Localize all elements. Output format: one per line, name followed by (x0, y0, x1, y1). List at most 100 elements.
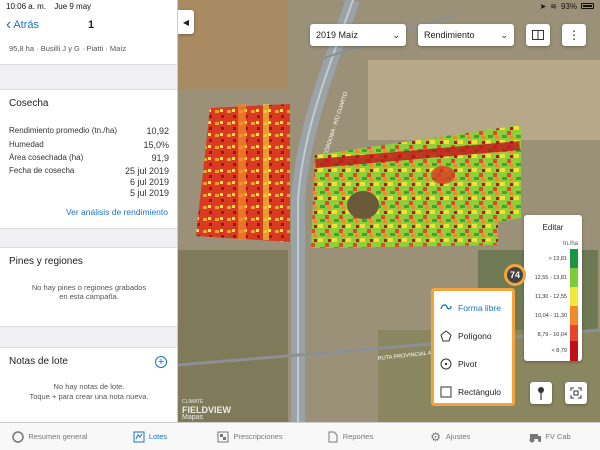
harvest-row-label: Fecha de cosecha (9, 166, 75, 175)
legend-swatch (570, 287, 578, 307)
section-divider (0, 64, 177, 90)
rectangle-icon (440, 386, 452, 398)
tab-fields[interactable]: Lotes (100, 423, 200, 450)
rectangle-label: Rectángulo (458, 387, 502, 397)
pivot-option[interactable]: Pivot (440, 353, 514, 375)
fields-icon (133, 431, 145, 443)
location-icon: ➤ (539, 1, 547, 11)
tab-prescriptions[interactable]: Prescripciones (200, 423, 300, 450)
section-divider (0, 326, 177, 348)
legend-unit: tn./ha (562, 241, 578, 247)
tab-label: FV Cab (545, 432, 571, 441)
more-options-button[interactable]: ⋮ (562, 24, 586, 46)
reports-icon (327, 431, 339, 443)
freeform-option[interactable]: Forma libre (440, 297, 514, 319)
fullscreen-icon (570, 387, 582, 399)
field-info: 95,8 ha · Busilli J y G · Piatti · Maíz (9, 44, 127, 53)
pins-title: Pines y regiones (9, 256, 83, 267)
season-select[interactable]: 2019 Maíz ⌄ (310, 24, 406, 46)
notes-empty-line2: Toque + para crear una nota nueva. (29, 392, 149, 401)
field-detail-panel: ‹ Atrás 1 95,8 ha · Busilli J y G · Piat… (0, 0, 178, 422)
chevron-left-icon: ‹ (6, 16, 12, 33)
legend-edit-button[interactable]: Editar (524, 223, 582, 232)
fullscreen-button[interactable] (565, 382, 587, 404)
collapse-panel-button[interactable]: ◀ (178, 10, 194, 34)
draw-tools-badge[interactable]: 74 (504, 264, 526, 286)
add-pin-button[interactable] (530, 382, 552, 404)
tab-label: Ajustes (445, 432, 471, 441)
tab-label: Prescripciones (233, 432, 283, 441)
add-note-button[interactable]: + (155, 356, 167, 368)
polygon-icon (440, 330, 452, 342)
legend-label: 11,30 - 12,55 (534, 294, 567, 300)
freeform-label: Forma libre (458, 303, 501, 313)
fieldview-logo: CLIMATE FIELDVIEW Mapas (182, 398, 231, 422)
harvest-title: Cosecha (9, 98, 49, 109)
rectangle-option[interactable]: Rectángulo (440, 381, 514, 403)
harvest-row: Fecha de cosecha 25 jul 2019 (9, 166, 169, 176)
notes-empty-line1: No hay notas de lote. (53, 382, 125, 391)
chevron-down-icon: ⌄ (392, 29, 400, 40)
legend-label: < 8,79 (551, 348, 567, 354)
layer-select-value: Rendimiento (424, 30, 475, 40)
yield-analysis-link[interactable]: Ver análisis de rendimiento (0, 207, 177, 217)
more-vertical-icon: ⋮ (568, 28, 580, 42)
pivot-label: Pivot (458, 359, 477, 369)
legend-swatch (570, 306, 578, 326)
harvest-row-value: 91,9 (151, 153, 169, 163)
legend-row: 10,04 - 11,30 (528, 306, 580, 326)
season-select-value: 2019 Maíz (316, 30, 359, 40)
legend-row: 11,30 - 12,55 (528, 287, 580, 307)
nav-bar: ‹ Atrás 1 (0, 12, 177, 38)
status-time: 10:06 a. m. (6, 1, 47, 11)
tab-fv-cab[interactable]: FV Cab (500, 423, 600, 450)
harvest-row-label: Humedad (9, 140, 44, 149)
draw-tools-menu: Forma libre Polígono Pivot Rectángulo (431, 288, 515, 406)
harvest-row-label: Rendimiento promedio (tn./ha) (9, 126, 118, 135)
pin-icon (538, 387, 544, 400)
legend-swatch (570, 268, 578, 288)
tab-settings[interactable]: ⚙ Ajustes (400, 423, 500, 450)
layer-select[interactable]: Rendimiento ⌄ (418, 24, 514, 46)
page-title: 1 (88, 19, 95, 31)
legend-label: 10,04 - 11,30 (534, 313, 567, 319)
harvest-date: 6 jul 2019 (129, 177, 169, 187)
tab-summary[interactable]: Resumen general (0, 423, 100, 450)
tab-bar: Resumen general Lotes Prescripciones Rep… (0, 422, 600, 450)
harvest-row-label: Área cosechada (ha) (9, 153, 84, 162)
freeform-icon (440, 302, 452, 314)
status-bar: 10:06 a. m. Jue 9 may ➤ ≋ 93% (0, 0, 600, 12)
status-date: Jue 9 may (54, 1, 92, 11)
wifi-icon: ≋ (550, 1, 557, 11)
triangle-left-icon: ◀ (182, 17, 190, 27)
harvest-date: 5 jul 2019 (129, 188, 169, 198)
tractor-icon (529, 431, 542, 443)
back-button[interactable]: ‹ Atrás (0, 16, 40, 33)
legend-row: < 8,79 (528, 341, 580, 361)
polygon-label: Polígono (458, 331, 492, 341)
harvest-row: Humedad 15,0% (9, 140, 169, 150)
battery-icon (581, 3, 594, 9)
tab-reports[interactable]: Reportes (300, 423, 400, 450)
harvest-row: Rendimiento promedio (tn./ha) 10,92 (9, 126, 169, 136)
logo-line: FIELDVIEW (182, 405, 231, 415)
notes-title: Notas de lote (9, 356, 68, 367)
section-divider (0, 228, 177, 248)
polygon-option[interactable]: Polígono (440, 325, 514, 347)
back-label: Atrás (13, 19, 40, 31)
battery-percent: 93% (560, 1, 577, 11)
pivot-icon (440, 358, 452, 370)
harvest-row-value: 15,0% (143, 140, 169, 150)
legend-row: 12,55 - 13,81 (528, 268, 580, 288)
pins-empty-line2: en esta campaña. (59, 292, 119, 301)
legend-label: 12,55 - 13,81 (534, 275, 567, 281)
harvest-row: Área cosechada (ha) 91,9 (9, 153, 169, 163)
split-view-button[interactable] (526, 24, 550, 46)
harvest-row-value: 25 jul 2019 (124, 166, 169, 176)
logo-line: Mapas (182, 414, 204, 421)
yield-legend: Editar tn./ha > 13,81 12,55 - 13,81 11,3… (524, 215, 582, 361)
tab-label: Reportes (342, 432, 374, 441)
legend-label: 8,79 - 10,04 (537, 332, 567, 338)
chevron-down-icon: ⌄ (500, 29, 508, 40)
tab-label: Resumen general (28, 432, 88, 441)
